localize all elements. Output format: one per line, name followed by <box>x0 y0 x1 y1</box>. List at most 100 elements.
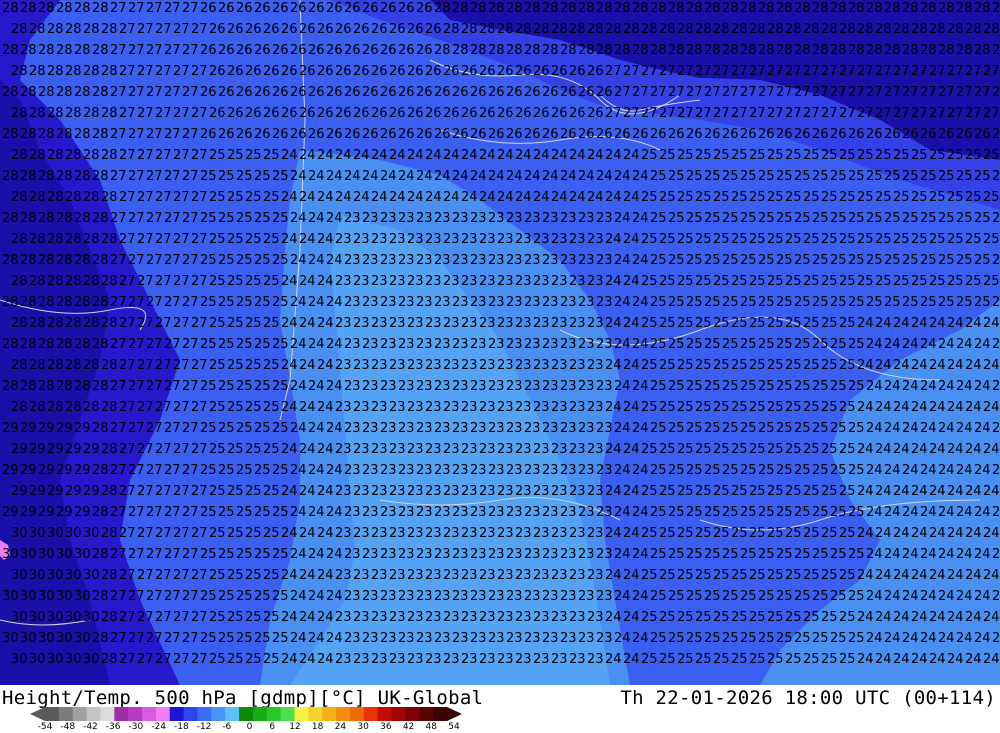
contour-value-label: 26 <box>218 1 235 16</box>
contour-value-label: 23 <box>344 547 361 562</box>
contour-value-label: 25 <box>650 463 667 478</box>
contour-value-label: 23 <box>542 337 559 352</box>
contour-value-label: 24 <box>281 526 298 541</box>
contour-value-label: 28 <box>29 232 46 247</box>
contour-value-label: 27 <box>713 106 730 121</box>
contour-value-label: 30 <box>29 568 46 583</box>
contour-value-label: 26 <box>956 127 973 142</box>
contour-value-label: 28 <box>884 1 901 16</box>
contour-value-label: 24 <box>326 295 343 310</box>
contour-value-label: 27 <box>839 64 856 79</box>
contour-value-label: 27 <box>650 85 667 100</box>
contour-value-label: 25 <box>839 316 856 331</box>
contour-value-label: 25 <box>893 190 910 205</box>
contour-value-label: 27 <box>119 358 136 373</box>
contour-value-label: 25 <box>740 421 757 436</box>
contour-value-label: 28 <box>461 22 478 37</box>
contour-value-label: 25 <box>695 274 712 289</box>
contour-value-label: 26 <box>227 22 244 37</box>
contour-value-label: 27 <box>137 22 154 37</box>
contour-value-label: 25 <box>830 589 847 604</box>
contour-value-label: 30 <box>74 547 91 562</box>
contour-value-label: 28 <box>101 232 118 247</box>
contour-value-label: 23 <box>443 316 460 331</box>
contour-value-label: 23 <box>353 526 370 541</box>
contour-value-label: 25 <box>713 232 730 247</box>
colorbar-swatch <box>433 707 448 721</box>
contour-value-label: 28 <box>20 85 37 100</box>
contour-value-label: 25 <box>686 211 703 226</box>
contour-value-label: 28 <box>83 106 100 121</box>
contour-value-label: 26 <box>389 64 406 79</box>
contour-value-label: 23 <box>515 274 532 289</box>
contour-value-label: 23 <box>578 211 595 226</box>
contour-value-label: 25 <box>236 421 253 436</box>
contour-value-label: 28 <box>92 463 109 478</box>
contour-value-label: 25 <box>749 190 766 205</box>
contour-value-label: 27 <box>839 106 856 121</box>
contour-value-label: 26 <box>299 22 316 37</box>
contour-value-label: 27 <box>155 106 172 121</box>
contour-value-label: 25 <box>803 358 820 373</box>
contour-value-label: 24 <box>965 652 982 667</box>
contour-value-label: 25 <box>218 169 235 184</box>
contour-value-label: 28 <box>92 379 109 394</box>
contour-value-label: 25 <box>209 442 226 457</box>
contour-value-label: 25 <box>686 463 703 478</box>
contour-value-label: 27 <box>128 505 145 520</box>
contour-value-label: 25 <box>677 484 694 499</box>
contour-value-label: 25 <box>749 652 766 667</box>
contour-value-label: 23 <box>398 589 415 604</box>
contour-value-label: 23 <box>569 400 586 415</box>
contour-value-label: 25 <box>254 253 271 268</box>
contour-value-label: 25 <box>704 379 721 394</box>
contour-value-label: 25 <box>992 295 1000 310</box>
contour-value-label: 28 <box>11 316 28 331</box>
contour-value-label: 25 <box>668 547 685 562</box>
contour-value-label: 23 <box>506 547 523 562</box>
contour-value-label: 25 <box>767 400 784 415</box>
contour-value-label: 23 <box>344 505 361 520</box>
contour-value-label: 23 <box>443 232 460 247</box>
contour-value-label: 25 <box>821 400 838 415</box>
contour-value-label: 25 <box>650 253 667 268</box>
contour-value-label: 24 <box>308 211 325 226</box>
contour-value-label: 23 <box>371 610 388 625</box>
contour-value-label: 25 <box>209 274 226 289</box>
contour-value-label: 27 <box>164 589 181 604</box>
contour-value-label: 25 <box>830 631 847 646</box>
contour-value-label: 24 <box>533 190 550 205</box>
contour-value-label: 23 <box>479 610 496 625</box>
contour-value-label: 24 <box>308 337 325 352</box>
contour-value-label: 24 <box>884 379 901 394</box>
contour-value-label: 25 <box>794 463 811 478</box>
contour-value-label: 27 <box>110 1 127 16</box>
contour-value-label: 23 <box>497 652 514 667</box>
contour-value-label: 25 <box>794 295 811 310</box>
contour-value-label: 29 <box>2 421 19 436</box>
contour-value-label: 25 <box>272 631 289 646</box>
contour-value-label: 28 <box>551 22 568 37</box>
contour-value-label: 28 <box>74 85 91 100</box>
contour-value-label: 23 <box>569 358 586 373</box>
contour-value-label: 28 <box>704 43 721 58</box>
contour-value-label: 25 <box>641 526 658 541</box>
contour-value-label: 28 <box>2 337 19 352</box>
contour-value-label: 26 <box>254 127 271 142</box>
contour-value-label: 25 <box>686 379 703 394</box>
contour-value-label: 23 <box>389 568 406 583</box>
contour-value-label: 23 <box>578 253 595 268</box>
contour-value-label: 25 <box>713 400 730 415</box>
contour-value-label: 25 <box>731 190 748 205</box>
contour-value-label: 23 <box>353 484 370 499</box>
contour-value-label: 25 <box>749 442 766 457</box>
contour-value-label: 25 <box>236 211 253 226</box>
contour-value-label: 26 <box>461 106 478 121</box>
contour-value-label: 27 <box>182 463 199 478</box>
contour-value-label: 24 <box>290 505 307 520</box>
contour-value-label: 25 <box>794 169 811 184</box>
contour-value-label: 28 <box>974 1 991 16</box>
contour-value-label: 26 <box>362 43 379 58</box>
contour-value-label: 25 <box>245 358 262 373</box>
contour-value-label: 23 <box>362 421 379 436</box>
